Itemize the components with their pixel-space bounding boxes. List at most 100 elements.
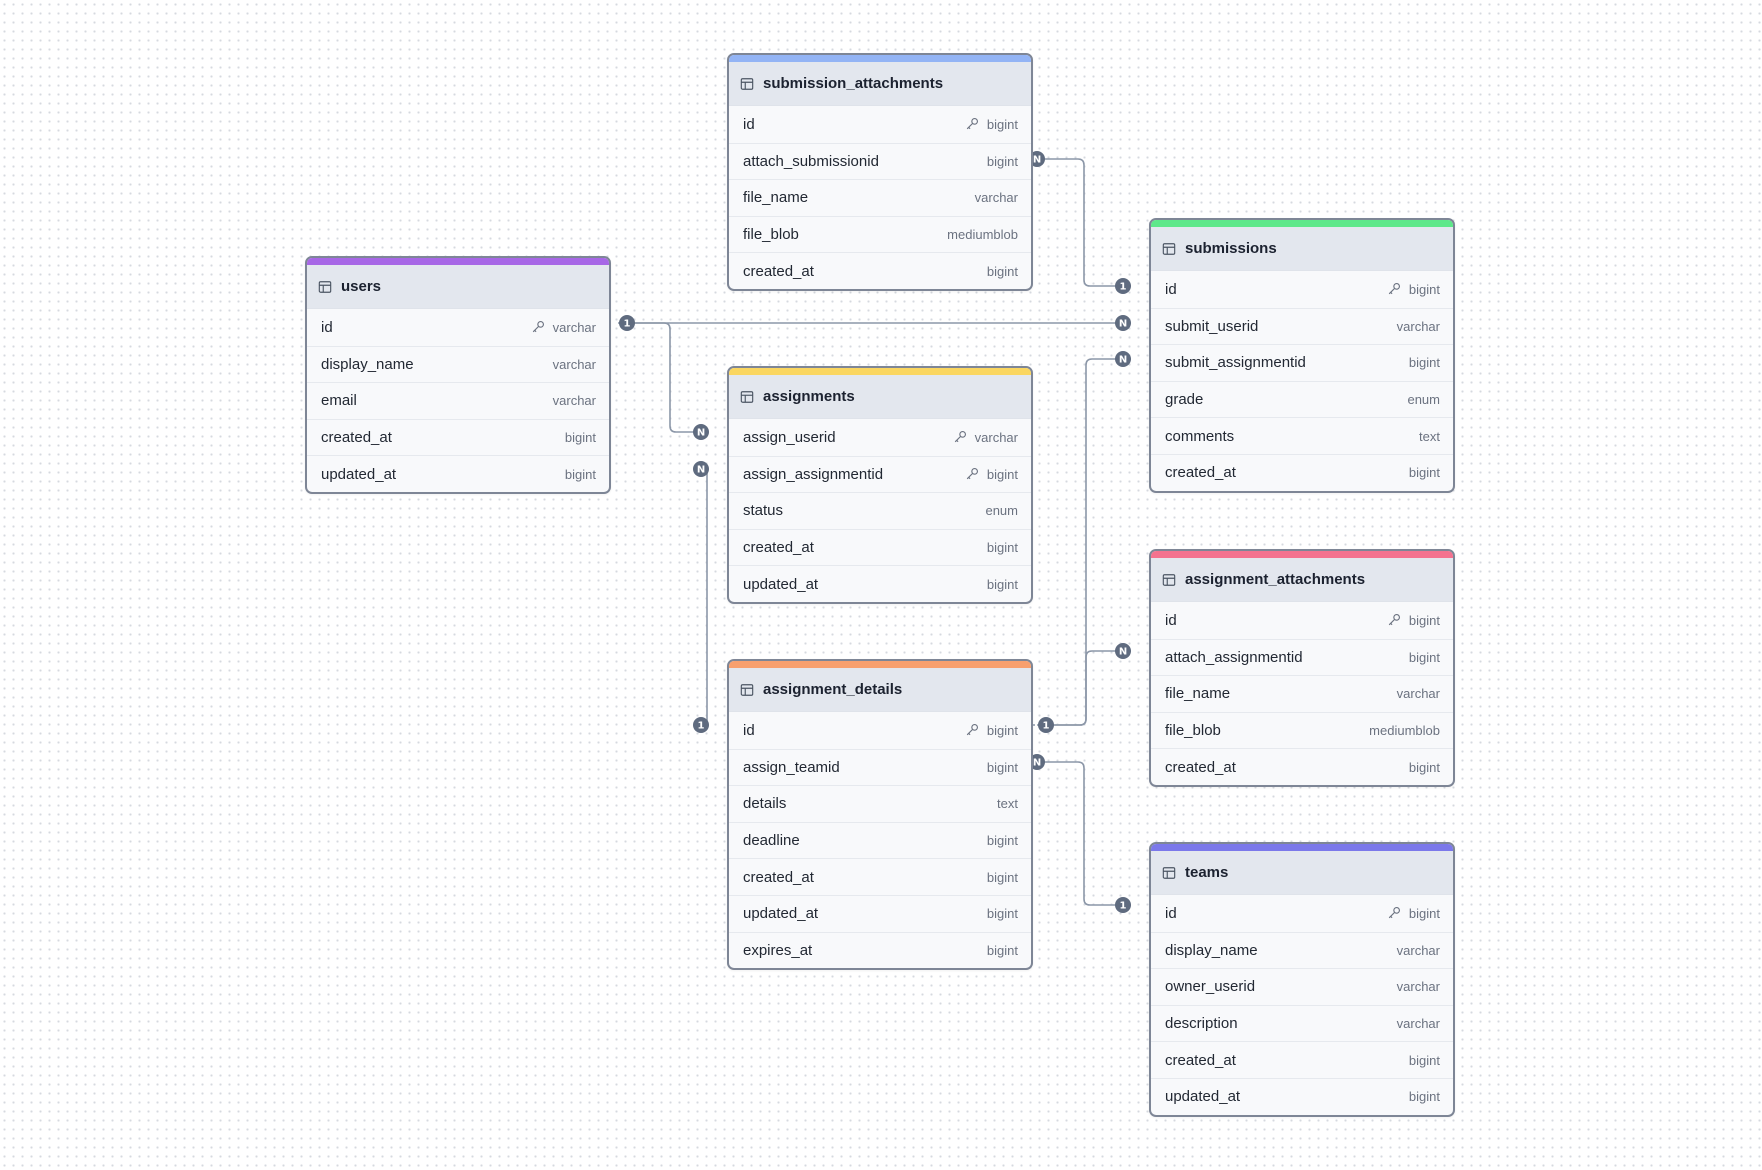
- table-users[interactable]: users id varchar display_name varchar email va…: [305, 256, 611, 494]
- column-row[interactable]: created_at bigint: [729, 858, 1031, 895]
- table-header[interactable]: assignment_details: [729, 668, 1031, 712]
- key-icon: [954, 431, 966, 443]
- table-name: submission_attachments: [763, 75, 944, 92]
- cardinality-label: 1: [1120, 282, 1127, 293]
- column-row[interactable]: created_at bigint: [729, 252, 1031, 289]
- column-name: created_at: [743, 262, 814, 280]
- column-name: assign_teamid: [743, 758, 840, 776]
- column-name: description: [1165, 1015, 1238, 1033]
- column-row[interactable]: file_blob mediumblob: [729, 215, 1031, 253]
- column-row[interactable]: email varchar: [307, 382, 609, 419]
- table-accent-bar: [1151, 844, 1453, 851]
- column-name: id: [321, 318, 333, 336]
- column-row[interactable]: assign_assignmentid bigint: [729, 455, 1031, 493]
- table-name: assignments: [763, 388, 855, 405]
- column-row[interactable]: created_at bigint: [729, 528, 1031, 566]
- table-icon: [1162, 866, 1176, 879]
- cardinality-badge: 1: [1115, 897, 1131, 913]
- column-row[interactable]: id bigint: [1151, 602, 1453, 639]
- column-row[interactable]: description varchar: [1151, 1004, 1453, 1042]
- column-row[interactable]: display_name varchar: [307, 345, 609, 383]
- column-name: owner_userid: [1165, 978, 1256, 996]
- column-type: varchar: [1396, 686, 1440, 702]
- table-assignment-attachments[interactable]: assignment_attachments id bigint attach_ass…: [1149, 549, 1455, 787]
- column-name: created_at: [1165, 758, 1236, 776]
- column-row[interactable]: submit_assignmentid bigint: [1151, 344, 1453, 381]
- column-row[interactable]: created_at bigint: [1151, 1041, 1453, 1078]
- column-row[interactable]: details text: [729, 785, 1031, 822]
- column-type: bigint: [986, 869, 1018, 885]
- column-row[interactable]: updated_at bigint: [729, 894, 1031, 932]
- column-type: mediumblob: [947, 227, 1018, 243]
- table-accent-bar: [1151, 551, 1453, 558]
- table-header[interactable]: teams: [1151, 851, 1453, 895]
- column-name: updated_at: [743, 905, 819, 923]
- column-row[interactable]: file_blob mediumblob: [1151, 711, 1453, 749]
- column-row[interactable]: file_name varchar: [729, 179, 1031, 216]
- table-submissions[interactable]: submissions id bigint submit_userid varchar s…: [1149, 218, 1455, 493]
- column-row[interactable]: id bigint: [1151, 895, 1453, 932]
- column-row[interactable]: comments text: [1151, 417, 1453, 454]
- column-row[interactable]: grade enum: [1151, 380, 1453, 418]
- table-assignment-details[interactable]: assignment_details id bigint assign_teamid b…: [727, 659, 1033, 971]
- column-name: created_at: [1165, 1051, 1236, 1069]
- column-name: id: [1165, 904, 1177, 922]
- column-row[interactable]: submit_userid varchar: [1151, 307, 1453, 345]
- column-type: enum: [985, 503, 1018, 519]
- column-row[interactable]: assign_teamid bigint: [729, 748, 1031, 786]
- table-submission-attachments[interactable]: submission_attachments id bigint attach_sub…: [727, 53, 1033, 291]
- table-header[interactable]: users: [307, 265, 609, 309]
- table-teams[interactable]: teams id bigint display_name varchar owner_us…: [1149, 842, 1455, 1117]
- column-type: bigint: [564, 430, 596, 446]
- column-type: mediumblob: [1369, 723, 1440, 739]
- column-row[interactable]: attach_submissionid bigint: [729, 142, 1031, 180]
- column-type: varchar: [974, 429, 1018, 445]
- cardinality-label: N: [1119, 355, 1127, 366]
- column-type: text: [997, 796, 1018, 812]
- cardinality-label: 1: [1120, 901, 1127, 912]
- table-header[interactable]: submission_attachments: [729, 62, 1031, 106]
- cardinality-badge: N: [693, 424, 709, 440]
- column-row[interactable]: id varchar: [307, 309, 609, 346]
- column-type: bigint: [986, 576, 1018, 592]
- column-row[interactable]: owner_userid varchar: [1151, 968, 1453, 1005]
- column-row[interactable]: created_at bigint: [1151, 748, 1453, 785]
- column-row[interactable]: updated_at bigint: [1151, 1077, 1453, 1115]
- column-name: created_at: [743, 868, 814, 886]
- column-row[interactable]: id bigint: [729, 106, 1031, 143]
- column-row[interactable]: created_at bigint: [1151, 453, 1453, 491]
- cardinality-label: N: [697, 465, 705, 476]
- column-row[interactable]: deadline bigint: [729, 821, 1031, 859]
- table-assignments[interactable]: assignments assign_userid varchar assign_as…: [727, 366, 1033, 604]
- column-name: file_blob: [1165, 722, 1221, 740]
- column-row[interactable]: id bigint: [729, 712, 1031, 749]
- relationship-line[interactable]: [1052, 650, 1131, 726]
- cardinality-label: 1: [1043, 721, 1050, 732]
- column-row[interactable]: updated_at bigint: [729, 565, 1031, 602]
- column-type: bigint: [986, 540, 1018, 556]
- cardinality-badge: N: [1115, 351, 1131, 367]
- column-row[interactable]: assign_userid varchar: [729, 419, 1031, 456]
- table-accent-bar: [729, 368, 1031, 375]
- column-name: id: [1165, 611, 1177, 629]
- column-name: updated_at: [321, 465, 397, 483]
- column-row[interactable]: expires_at bigint: [729, 931, 1031, 969]
- column-type: varchar: [1396, 318, 1440, 334]
- column-row[interactable]: file_name varchar: [1151, 675, 1453, 712]
- relationship-line[interactable]: [1043, 158, 1131, 287]
- column-row[interactable]: id bigint: [1151, 271, 1453, 308]
- relationship-line[interactable]: [1052, 358, 1131, 726]
- table-header[interactable]: assignments: [729, 375, 1031, 419]
- column-row[interactable]: created_at bigint: [307, 418, 609, 456]
- column-row[interactable]: display_name varchar: [1151, 931, 1453, 969]
- column-row[interactable]: status enum: [729, 492, 1031, 529]
- column-name: file_name: [1165, 685, 1231, 703]
- relationship-line[interactable]: [630, 322, 707, 433]
- table-header[interactable]: submissions: [1151, 227, 1453, 271]
- table-header[interactable]: assignment_attachments: [1151, 558, 1453, 602]
- column-row[interactable]: updated_at bigint: [307, 455, 609, 492]
- relationship-line[interactable]: [1043, 761, 1131, 906]
- cardinality-label: 1: [624, 319, 631, 330]
- table-name: users: [341, 278, 382, 295]
- column-row[interactable]: attach_assignmentid bigint: [1151, 638, 1453, 676]
